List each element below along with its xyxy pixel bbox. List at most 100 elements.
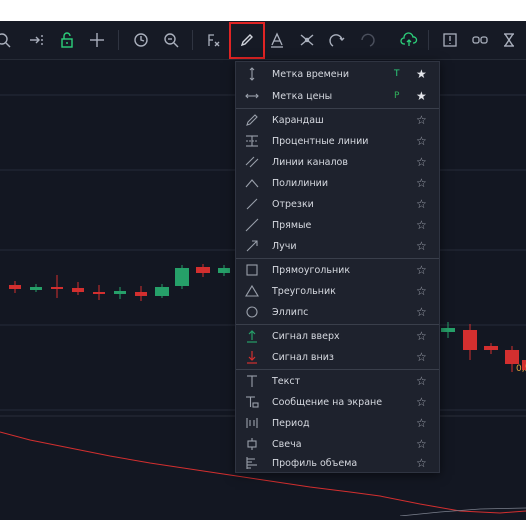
redo-icon[interactable] [354, 27, 380, 53]
favorite-star-icon[interactable]: ☆ [416, 197, 427, 211]
menu-divider [236, 108, 439, 109]
hotkey-label: P [394, 91, 400, 101]
hourglass-icon[interactable] [496, 27, 522, 53]
menu-item-label: Период [272, 417, 310, 429]
volume-profile-icon [244, 455, 260, 471]
ellipse-icon [244, 304, 260, 320]
lock-icon[interactable] [54, 27, 80, 53]
signal-up-icon [244, 328, 260, 344]
text-tool-icon[interactable] [264, 27, 290, 53]
rectangle-icon [244, 262, 260, 278]
menu-item-label: Треугольник [272, 285, 336, 297]
hotkey-label: T [394, 69, 400, 79]
menu-item-signal-down[interactable]: Сигнал вниз ☆ [236, 347, 439, 367]
favorite-star-icon[interactable]: ☆ [416, 284, 427, 298]
menu-item-label: Свеча [272, 438, 302, 450]
menu-item-label: Процентные линии [272, 135, 369, 147]
menu-item-label: Карандаш [272, 114, 324, 126]
zoom-icon[interactable] [0, 27, 16, 53]
favorite-star-icon[interactable]: ☆ [416, 416, 427, 430]
menu-item-label: Метка времени [272, 68, 350, 80]
favorite-star-icon[interactable]: ☆ [416, 305, 427, 319]
menu-item-label: Сообщение на экране [272, 396, 383, 408]
menu-item-label: Прямоугольник [272, 264, 351, 276]
vertical-arrows-icon [244, 66, 260, 82]
favorite-star-icon[interactable]: ☆ [416, 176, 427, 190]
favorite-star-icon[interactable]: ☆ [416, 263, 427, 277]
compare-icon[interactable] [467, 27, 493, 53]
ray-icon [244, 238, 260, 254]
favorite-star-icon[interactable]: ☆ [416, 239, 427, 253]
menu-item-segments[interactable]: Отрезки ☆ [236, 194, 439, 214]
favorite-star-icon[interactable]: ☆ [416, 350, 427, 364]
menu-item-channel-lines[interactable]: Линии каналов ☆ [236, 152, 439, 172]
favorite-star-icon[interactable]: ☆ [416, 374, 427, 388]
price-axis-label: 0,5 [516, 364, 526, 374]
straight-line-icon [244, 217, 260, 233]
pattern-icon[interactable] [294, 27, 320, 53]
channel-lines-icon [244, 154, 260, 170]
polyline-icon [244, 175, 260, 191]
horizontal-arrows-icon [244, 88, 260, 104]
menu-item-label: Текст [272, 375, 301, 387]
menu-item-label: Отрезки [272, 198, 314, 210]
menu-item-label: Лучи [272, 240, 297, 252]
menu-item-label: Сигнал вверх [272, 330, 340, 342]
favorite-star-icon[interactable]: ☆ [416, 113, 427, 127]
menu-item-time-marker[interactable]: Метка времени T ★ [236, 64, 439, 84]
candle-icon [244, 436, 260, 452]
menu-item-pencil[interactable]: Карандаш ☆ [236, 110, 439, 130]
menu-item-rectangle[interactable]: Прямоугольник ☆ [236, 260, 439, 280]
menu-item-polylines[interactable]: Полилинии ☆ [236, 173, 439, 193]
favorite-star-icon[interactable]: ☆ [416, 134, 427, 148]
zoom-search-icon[interactable] [158, 27, 184, 53]
arc-icon[interactable] [324, 27, 350, 53]
favorite-star-icon[interactable]: ★ [416, 89, 427, 103]
menu-item-ellipse[interactable]: Эллипс ☆ [236, 302, 439, 322]
favorite-star-icon[interactable]: ☆ [416, 155, 427, 169]
menu-item-triangle[interactable]: Треугольник ☆ [236, 281, 439, 301]
toolbar-separator [192, 30, 193, 50]
triangle-icon [244, 283, 260, 299]
favorite-star-icon[interactable]: ☆ [416, 395, 427, 409]
menu-item-label: Профиль объема [272, 457, 358, 469]
text-icon [244, 373, 260, 389]
favorite-star-icon[interactable]: ★ [416, 67, 427, 81]
screen-message-icon [244, 394, 260, 410]
toolbar-separator [428, 30, 429, 50]
crosshair-icon[interactable] [84, 27, 110, 53]
drawing-tools-menu: Метка времени T ★ Метка цены P ★ Каранда… [235, 61, 440, 473]
info-icon[interactable] [437, 27, 463, 53]
signal-down-icon [244, 349, 260, 365]
active-tool-highlight [229, 22, 265, 59]
clock-icon[interactable] [128, 27, 154, 53]
cloud-upload-icon[interactable] [396, 27, 422, 53]
menu-item-percent-lines[interactable]: Процентные линии ☆ [236, 131, 439, 151]
favorite-star-icon[interactable]: ☆ [416, 329, 427, 343]
segment-icon [244, 196, 260, 212]
menu-item-text[interactable]: Текст ☆ [236, 371, 439, 391]
menu-item-straight-lines[interactable]: Прямые ☆ [236, 215, 439, 235]
menu-item-screen-message[interactable]: Сообщение на экране ☆ [236, 392, 439, 412]
menu-item-rays[interactable]: Лучи ☆ [236, 236, 439, 256]
percent-lines-icon [244, 133, 260, 149]
menu-item-label: Полилинии [272, 177, 329, 189]
menu-item-label: Линии каналов [272, 156, 348, 168]
menu-item-candle[interactable]: Свеча ☆ [236, 434, 439, 454]
menu-item-label: Метка цены [272, 90, 333, 102]
menu-item-label: Сигнал вниз [272, 351, 334, 363]
menu-divider [236, 258, 439, 259]
favorite-star-icon[interactable]: ☆ [416, 437, 427, 451]
toolbar-separator [118, 30, 119, 50]
function-icon[interactable] [201, 27, 227, 53]
menu-item-price-marker[interactable]: Метка цены P ★ [236, 86, 439, 106]
favorite-star-icon[interactable]: ☆ [416, 456, 427, 470]
menu-divider [236, 324, 439, 325]
menu-item-signal-up[interactable]: Сигнал вверх ☆ [236, 326, 439, 346]
favorite-star-icon[interactable]: ☆ [416, 218, 427, 232]
menu-item-period[interactable]: Период ☆ [236, 413, 439, 433]
menu-divider [236, 369, 439, 370]
menu-item-volume-profile[interactable]: Профиль объема ☆ [236, 453, 439, 473]
top-strip [0, 0, 526, 21]
arrow-right-bar-icon[interactable] [24, 27, 50, 53]
